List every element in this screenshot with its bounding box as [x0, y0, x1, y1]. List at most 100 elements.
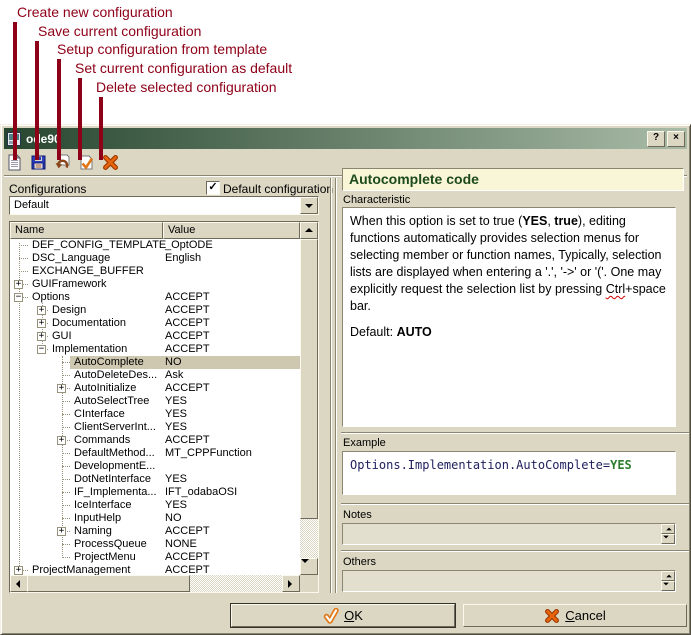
notes-field[interactable]	[342, 523, 676, 545]
characteristic-text[interactable]: When this option is set to true (YES, tr…	[342, 207, 676, 427]
default-configuration-checkbox[interactable]: ✓	[206, 181, 220, 195]
table-header: Name Value	[10, 222, 300, 239]
tree-item-name: DevelopmentE...	[74, 460, 155, 473]
tree-row[interactable]: AutoSelectTreeYES	[10, 395, 300, 408]
tree-row[interactable]: DevelopmentE...	[10, 460, 300, 473]
vertical-scrollbar[interactable]	[300, 222, 318, 575]
notes-scroll-up-button[interactable]	[661, 524, 675, 534]
detail-title: Autocomplete code	[342, 168, 684, 191]
ok-check-icon	[323, 608, 339, 624]
tree-item-value: YES	[165, 421, 187, 434]
tree-item-value: NO	[165, 356, 182, 369]
collapse-minus-icon[interactable]: −	[14, 293, 23, 302]
tree-row[interactable]: +DocumentationACCEPT	[10, 317, 300, 330]
tree-item-name: EXCHANGE_BUFFER	[32, 265, 144, 278]
ok-button[interactable]: OK	[231, 604, 455, 627]
tree-row[interactable]: +CommandsACCEPT	[10, 434, 300, 447]
delete-configuration-button[interactable]	[101, 153, 120, 172]
tree-item-name: Implementation	[52, 343, 127, 356]
configuration-dialog: ode90 ? ×	[0, 124, 691, 635]
tree-line	[62, 375, 70, 376]
tree-item-name: AutoComplete	[74, 356, 144, 369]
scroll-down-button[interactable]	[300, 558, 318, 575]
tree-item-name: ProjectMenu	[74, 551, 136, 564]
tree-row[interactable]: DefaultMethod...MT_CPPFunction	[10, 447, 300, 460]
annotation-label: Set current configuration as default	[75, 60, 292, 76]
tree-row[interactable]: DEF_CONFIG_TEMPLATE_OptODE	[10, 239, 300, 252]
scroll-up-button[interactable]	[300, 222, 318, 239]
scroll-right-button[interactable]	[282, 575, 300, 592]
vertical-scroll-thumb[interactable]	[300, 239, 318, 519]
tree-row[interactable]: IceInterface YES	[10, 499, 300, 512]
tree-line	[19, 258, 28, 259]
column-header-value[interactable]: Value	[163, 222, 300, 239]
column-header-name[interactable]: Name	[10, 222, 163, 239]
tree-item-value: ACCEPT	[165, 317, 210, 330]
annotation-pointer-line	[99, 97, 103, 160]
tree-item-value: ACCEPT	[165, 330, 210, 343]
tree-item-value: YES	[165, 499, 187, 512]
tree-item-value: NO	[165, 512, 182, 525]
expand-plus-icon[interactable]: +	[57, 527, 66, 536]
tree-row[interactable]: AutoDeleteDes...Ask	[10, 369, 300, 382]
tree-row[interactable]: +GUIFramework	[10, 278, 300, 291]
tree-row[interactable]: DotNetInterfaceYES	[10, 473, 300, 486]
panel-splitter[interactable]	[335, 178, 337, 593]
example-label: Example	[343, 437, 386, 449]
close-button[interactable]: ×	[667, 131, 685, 147]
others-scroll-up-button[interactable]	[661, 571, 675, 581]
others-scroll-down-button[interactable]	[661, 581, 675, 591]
tree-item-name: DefaultMethod...	[74, 447, 155, 460]
tree-item-name: DEF_CONFIG_TEMPLATE	[32, 239, 166, 252]
tree-row[interactable]: AutoComplete NO	[10, 356, 300, 369]
expand-plus-icon[interactable]: +	[14, 280, 23, 289]
tree-row[interactable]: +AutoInitializeACCEPT	[10, 382, 300, 395]
example-code[interactable]: Options.Implementation.AutoComplete=YES	[342, 451, 676, 495]
tree-row[interactable]: ProcessQueueNONE	[10, 538, 300, 551]
ok-button-label: OK	[344, 608, 363, 623]
expand-plus-icon[interactable]: +	[57, 436, 66, 445]
delete-x-icon	[102, 154, 119, 171]
tree-item-value: YES	[165, 408, 187, 421]
tree-row[interactable]: +NamingACCEPT	[10, 525, 300, 538]
tree-row[interactable]: ProjectMenuACCEPT	[10, 551, 300, 564]
tree-item-value: IFT_odabaOSI	[165, 486, 237, 499]
tree-row[interactable]: ClientServerInt...YES	[10, 421, 300, 434]
tree-line	[19, 245, 28, 246]
tree-row[interactable]: −OptionsACCEPT	[10, 291, 300, 304]
tree-row[interactable]: IF_Implementa...IFT_odabaOSI	[10, 486, 300, 499]
notes-scroll-down-button[interactable]	[661, 534, 675, 544]
expand-plus-icon[interactable]: +	[57, 384, 66, 393]
scroll-left-button[interactable]	[10, 575, 28, 592]
screenshot-stage: Create new configurationSave current con…	[0, 0, 691, 635]
tree-row[interactable]: +ProjectManagementACCEPT	[10, 564, 300, 575]
tree-row[interactable]: +DesignACCEPT	[10, 304, 300, 317]
horizontal-scrollbar[interactable]	[10, 575, 300, 592]
tree-item-name: IceInterface	[74, 499, 131, 512]
expand-plus-icon[interactable]: +	[37, 319, 46, 328]
tree-row[interactable]: CInterfaceYES	[10, 408, 300, 421]
expand-plus-icon[interactable]: +	[14, 566, 23, 575]
tree-item-value: ACCEPT	[165, 343, 210, 356]
tree-row[interactable]: DSC_LanguageEnglish	[10, 252, 300, 265]
tree-row[interactable]: InputHelpNO	[10, 512, 300, 525]
others-field[interactable]	[342, 570, 676, 592]
horizontal-scroll-thumb[interactable]	[27, 575, 190, 592]
tree-row[interactable]: +GUIACCEPT	[10, 330, 300, 343]
tree-item-value: ACCEPT	[165, 434, 210, 447]
configuration-select[interactable]: Default	[9, 196, 319, 215]
cancel-button[interactable]: Cancel	[463, 604, 687, 627]
configurations-label: Configurations	[9, 182, 86, 196]
collapse-minus-icon[interactable]: −	[37, 345, 46, 354]
tree-line	[19, 271, 28, 272]
tree-row[interactable]: EXCHANGE_BUFFER	[10, 265, 300, 278]
tree-item-value: ACCEPT	[165, 382, 210, 395]
expand-plus-icon[interactable]: +	[37, 332, 46, 341]
combo-dropdown-button[interactable]	[300, 197, 318, 214]
expand-plus-icon[interactable]: +	[37, 306, 46, 315]
title-bar[interactable]: ode90 ? ×	[4, 128, 687, 149]
tree-row[interactable]: −Implementation ACCEPT	[10, 343, 300, 356]
help-button[interactable]: ?	[647, 131, 665, 147]
panel-splitter[interactable]	[330, 178, 332, 593]
setup-from-template-button[interactable]	[53, 153, 72, 172]
